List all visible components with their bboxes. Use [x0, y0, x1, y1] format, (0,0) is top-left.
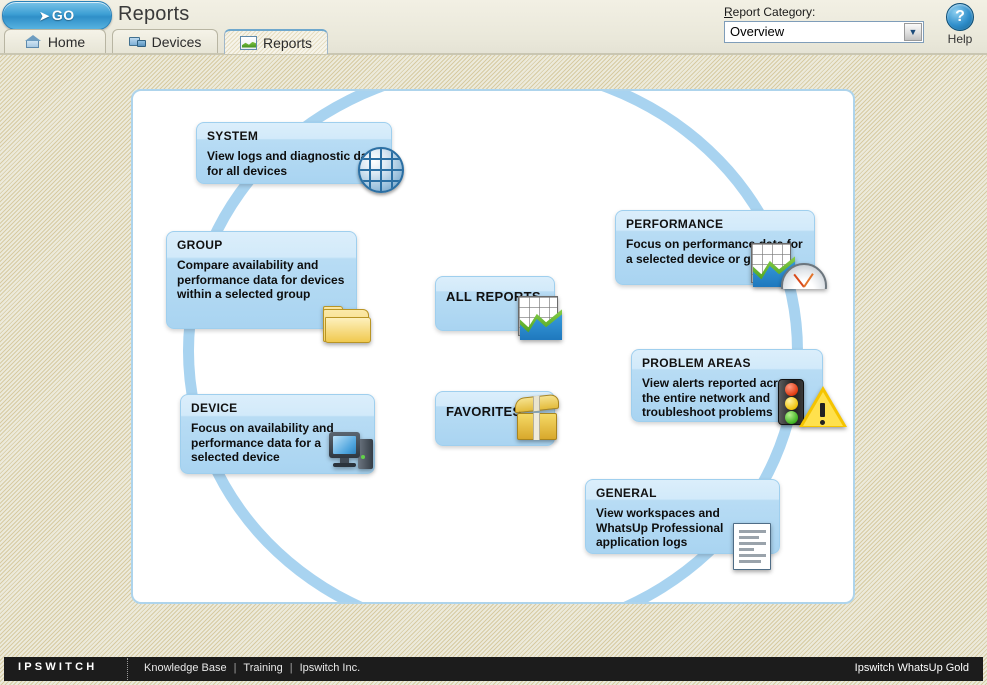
report-card-system-title: SYSTEM: [207, 129, 259, 143]
tab-devices[interactable]: Devices: [112, 29, 218, 54]
report-category-value: Overview: [730, 24, 785, 39]
footer-links: Knowledge Base | Training | Ipswitch Inc.: [144, 662, 360, 674]
go-arrow-icon: ➤: [39, 9, 50, 23]
tab-devices-label: Devices: [151, 34, 202, 50]
footer-divider: [127, 658, 129, 680]
footer-separator-2: |: [289, 662, 293, 674]
report-category-group: Report Category: Overview ▼: [724, 5, 924, 43]
tab-reports-label: Reports: [262, 34, 313, 51]
help-button[interactable]: ? Help: [940, 3, 980, 46]
page-title: Reports: [118, 3, 190, 25]
report-card-problem-areas-title: PROBLEM AREAS: [642, 356, 751, 370]
chevron-down-icon[interactable]: ▼: [904, 23, 922, 41]
report-card-performance-title: PERFORMANCE: [626, 217, 724, 231]
go-button-label: ➤ GO: [3, 2, 111, 29]
report-card-device[interactable]: DEVICE Focus on availability and perform…: [180, 394, 375, 474]
report-card-group-body: Compare availability and performance dat…: [177, 258, 345, 301]
report-card-group-title: GROUP: [177, 238, 223, 252]
chart-icon: [239, 35, 257, 50]
app-footer: IPSWITCH Knowledge Base | Training | Ipswitc…: [4, 657, 983, 681]
footer-link-knowledge-base[interactable]: Knowledge Base: [144, 662, 227, 674]
tab-home-label: Home: [47, 34, 86, 50]
report-category-label: Report Category:: [724, 5, 924, 19]
report-card-system-body: View logs and diagnostic data for all de…: [207, 149, 379, 178]
ipswitch-logo: IPSWITCH: [18, 661, 98, 673]
tab-strip-divider: [0, 53, 987, 55]
report-card-performance[interactable]: PERFORMANCE Focus on performance data fo…: [615, 210, 815, 285]
house-icon: [24, 35, 42, 49]
question-mark-icon: ?: [946, 3, 974, 31]
report-card-system[interactable]: SYSTEM View logs and diagnostic data for…: [196, 122, 392, 184]
product-name: Ipswitch WhatsUp Gold: [854, 662, 969, 674]
report-card-problem-areas-body: View alerts reported across the entire n…: [642, 376, 799, 419]
report-card-general-body: View workspaces and WhatsUp Professional…: [596, 506, 724, 549]
report-card-favorites[interactable]: FAVORITES: [435, 391, 555, 446]
report-card-favorites-title: FAVORITES: [446, 404, 522, 419]
report-category-accesskey: R: [724, 5, 733, 19]
report-card-general[interactable]: GENERAL View workspaces and WhatsUp Prof…: [585, 479, 780, 554]
report-card-all-reports[interactable]: ALL REPORTS: [435, 276, 555, 331]
report-card-group[interactable]: GROUP Compare availability and performan…: [166, 231, 357, 329]
footer-link-training[interactable]: Training: [243, 662, 282, 674]
report-category-select[interactable]: Overview ▼: [724, 21, 924, 43]
footer-separator-1: |: [233, 662, 237, 674]
report-category-label-rest: eport Category:: [732, 5, 816, 19]
report-card-device-title: DEVICE: [191, 401, 238, 415]
go-text: GO: [51, 7, 75, 23]
tab-reports[interactable]: Reports: [224, 29, 328, 54]
go-button[interactable]: ➤ GO: [2, 1, 112, 30]
help-label: Help: [947, 32, 973, 46]
app-header: ➤ GO Reports Report Category: Overview ▼ …: [0, 0, 987, 55]
report-card-all-reports-title: ALL REPORTS: [446, 289, 541, 304]
report-card-problem-areas[interactable]: PROBLEM AREAS View alerts reported acros…: [631, 349, 823, 422]
footer-link-ipswitch-inc[interactable]: Ipswitch Inc.: [300, 662, 361, 674]
reports-overview-panel: SYSTEM View logs and diagnostic data for…: [131, 89, 855, 604]
report-card-device-body: Focus on availability and performance da…: [191, 421, 334, 464]
report-card-general-title: GENERAL: [596, 486, 657, 500]
report-card-performance-body: Focus on performance data for a selected…: [626, 237, 803, 266]
devices-icon: [128, 35, 146, 49]
tab-home[interactable]: Home: [4, 29, 106, 54]
